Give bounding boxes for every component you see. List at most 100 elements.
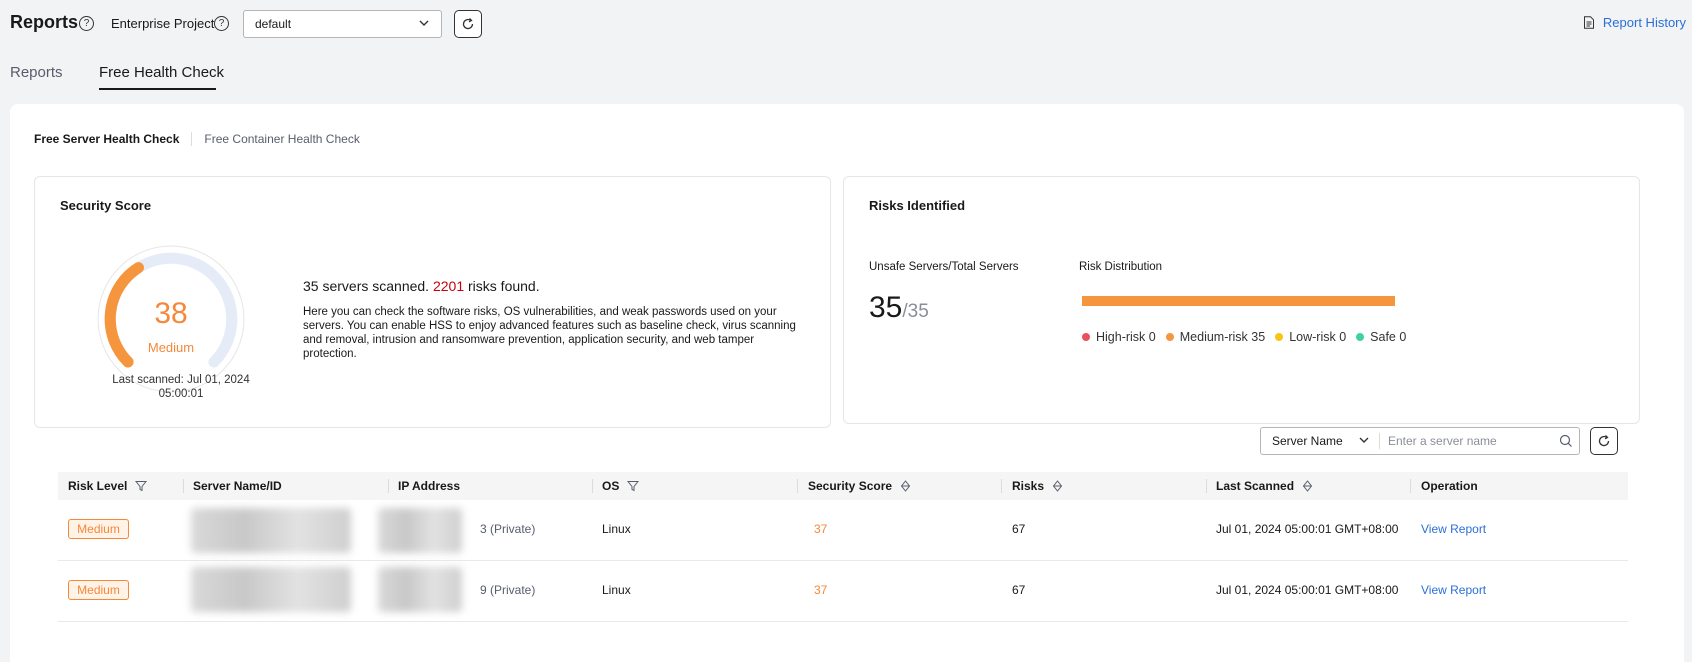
chevron-down-icon	[419, 20, 429, 26]
legend-label: Low-risk 0	[1289, 330, 1347, 344]
sort-icon[interactable]	[1302, 480, 1313, 492]
view-report-link[interactable]: View Report	[1421, 583, 1486, 597]
risk-level-badge: Medium	[68, 580, 129, 600]
ip-address: 3 (Private)	[480, 522, 536, 536]
column-label: Security Score	[808, 479, 893, 493]
table-row: Medium 9 (Private) Linux 37 67 Jul 01, 2…	[58, 561, 1628, 622]
page-header: Reports ? Enterprise Project ? default R…	[0, 0, 1692, 48]
sort-icon[interactable]	[1052, 480, 1063, 492]
column-separator	[1206, 479, 1207, 493]
last-scanned-text: Last scanned: Jul 01, 2024 05:00:01	[112, 374, 250, 400]
search-icon[interactable]	[1559, 434, 1573, 448]
column-separator	[592, 479, 593, 493]
report-history-link[interactable]: Report History	[1583, 15, 1686, 30]
tab-reports[interactable]: Reports	[10, 64, 63, 81]
column-separator	[388, 479, 389, 493]
last-scanned-cell: Jul 01, 2024 05:00:01 GMT+08:00	[1216, 583, 1399, 597]
server-table: Risk Level Server Name/ID IP Address OS …	[58, 472, 1628, 622]
page-title: Reports	[10, 12, 79, 32]
table-row: Medium 3 (Private) Linux 37 67 Jul 01, 2…	[58, 500, 1628, 561]
security-score-cell: 37	[814, 583, 828, 597]
unsafe-servers-label: Unsafe Servers/Total Servers	[869, 261, 1019, 273]
risk-distribution-segment	[1082, 296, 1395, 306]
server-search: Server Name	[1260, 427, 1580, 455]
os-value: Linux	[602, 583, 631, 597]
view-report-link[interactable]: View Report	[1421, 522, 1486, 536]
legend-dot	[1165, 333, 1174, 341]
risks-cell: 67	[1012, 522, 1026, 536]
os-value: Linux	[602, 522, 631, 536]
legend-label: High-risk 0	[1096, 330, 1156, 344]
unsafe-servers-value: 35/35	[869, 291, 929, 325]
last-scanned-cell: Jul 01, 2024 05:00:01 GMT+08:00	[1216, 522, 1399, 536]
help-icon[interactable]: ?	[79, 16, 94, 31]
legend-dot	[1275, 333, 1284, 341]
server-name-redacted	[191, 567, 351, 612]
risk-legend: High-risk 0 Medium-risk 35 Low-risk 0 Safe …	[1082, 330, 1406, 344]
report-history-label: Report History	[1602, 15, 1686, 30]
total-count: /35	[902, 301, 929, 322]
column-last-scanned: Last Scanned	[1216, 479, 1313, 493]
refresh-icon	[462, 18, 474, 30]
column-security-score: Security Score	[808, 479, 911, 493]
security-score-card: Security Score 38 Medium Last scanned: J…	[34, 176, 831, 428]
column-label: Risk Level	[68, 479, 128, 493]
column-server-name: Server Name/ID	[193, 479, 282, 493]
legend-item: Low-risk 0	[1275, 330, 1346, 344]
ip-redacted	[378, 508, 462, 553]
legend-dot	[1082, 333, 1090, 341]
column-separator	[183, 479, 184, 493]
summary-prefix: 35 servers scanned.	[303, 278, 430, 294]
sort-icon[interactable]	[900, 480, 911, 492]
risk-distribution-label: Risk Distribution	[1079, 261, 1163, 273]
tab-free-health-check[interactable]: Free Health Check	[99, 64, 224, 81]
legend-label: Medium-risk 35	[1179, 330, 1266, 344]
filter-icon[interactable]	[135, 480, 148, 492]
legend-dot	[1356, 333, 1365, 341]
server-name-redacted	[191, 508, 351, 553]
column-risk-level: Risk Level	[68, 479, 148, 493]
legend-item: Safe 0	[1356, 330, 1406, 344]
column-operation: Operation	[1421, 479, 1478, 493]
risk-level-badge: Medium	[68, 519, 129, 539]
column-risks: Risks	[1012, 479, 1063, 493]
document-icon	[1583, 16, 1594, 29]
security-score-title: Security Score	[60, 198, 152, 213]
refresh-button[interactable]	[454, 10, 482, 38]
security-score-value: 38	[154, 297, 188, 330]
risks-count: 2201	[432, 278, 465, 294]
refresh-icon	[1598, 435, 1610, 447]
unsafe-count: 35	[869, 291, 903, 324]
risks-identified-card: Risks Identified Unsafe Servers/Total Se…	[843, 176, 1640, 424]
enterprise-project-label: Enterprise Project	[111, 16, 215, 31]
column-separator	[1001, 479, 1002, 493]
help-icon[interactable]: ?	[214, 16, 229, 31]
search-type-select[interactable]: Server Name	[1272, 434, 1343, 448]
search-input[interactable]	[1388, 432, 1548, 450]
filter-icon[interactable]	[627, 480, 640, 492]
enterprise-project-value: default	[255, 17, 292, 31]
subtab-container-health-check[interactable]: Free Container Health Check	[204, 132, 359, 146]
column-label: OS	[602, 479, 620, 493]
subtab-server-health-check[interactable]: Free Server Health Check	[34, 132, 179, 146]
legend-label: Safe 0	[1370, 330, 1407, 344]
security-score-cell: 37	[814, 522, 828, 536]
risks-cell: 67	[1012, 583, 1026, 597]
chevron-down-icon[interactable]	[1357, 433, 1371, 447]
table-header: Risk Level Server Name/ID IP Address OS …	[58, 472, 1628, 500]
table-refresh-button[interactable]	[1590, 427, 1618, 455]
column-separator	[797, 479, 798, 493]
risk-distribution-bar	[1082, 296, 1395, 306]
ip-address: 9 (Private)	[480, 583, 536, 597]
column-label: Last Scanned	[1216, 479, 1295, 493]
column-label: Risks	[1012, 479, 1045, 493]
subtab-divider	[191, 132, 193, 146]
column-os: OS	[602, 479, 640, 493]
ip-redacted	[378, 567, 462, 612]
active-tab-indicator	[99, 88, 216, 90]
enterprise-project-select[interactable]: default	[243, 10, 442, 38]
subtabs: Free Server Health Check Free Container …	[34, 132, 360, 146]
legend-item: Medium-risk 35	[1165, 330, 1266, 344]
legend-item: High-risk 0	[1082, 330, 1156, 344]
security-score-level: Medium	[147, 340, 195, 355]
